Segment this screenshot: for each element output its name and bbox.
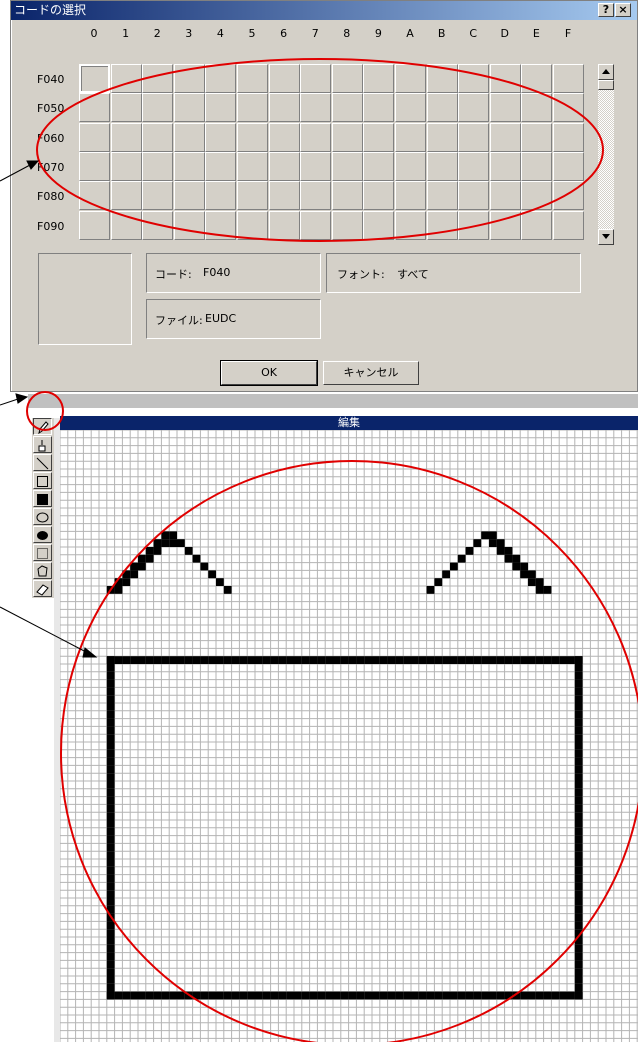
editor-highlight-circle bbox=[60, 460, 638, 1042]
grid-highlight-ellipse bbox=[36, 58, 604, 242]
tool-highlight-circle bbox=[26, 391, 64, 431]
arrow-to-grid-head bbox=[26, 160, 40, 170]
annotation-overlay bbox=[0, 58, 638, 1042]
arrow-to-tool-line bbox=[0, 398, 19, 406]
arrow-to-grid-line bbox=[0, 164, 31, 182]
arrow-to-editor-line bbox=[0, 606, 89, 654]
arrow-to-editor-head bbox=[82, 647, 98, 658]
arrow-to-tool-head bbox=[15, 393, 29, 404]
